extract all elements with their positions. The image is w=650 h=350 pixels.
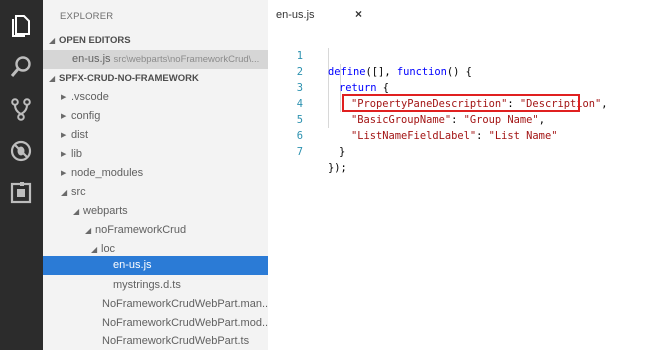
source-control-icon[interactable] [8, 96, 34, 122]
tree-item-label: config [71, 110, 101, 122]
tree-item-vscode[interactable]: ▶ .vscode [43, 88, 268, 107]
tree-item-noframeworkcrud[interactable]: ◢ noFrameworkCrud [43, 221, 268, 240]
chevron-down-icon: ◢ [61, 188, 68, 197]
code-line-3: 3 "PropertyPaneDescription": "Descriptio… [268, 64, 650, 110]
tree-item-webpart-module[interactable]: NoFrameworkCrudWebPart.mod... [43, 314, 268, 333]
tree-item-label: mystrings.d.ts [113, 279, 181, 291]
line-number: 7 [296, 146, 303, 158]
project-label: SPFX-CRUD-NO-FRAMEWORK [59, 73, 199, 84]
tree-item-label: node_modules [71, 167, 144, 179]
code-text: } [339, 146, 346, 158]
tree-item-label: .vscode [71, 91, 109, 103]
tree-item-webpart-ts[interactable]: NoFrameworkCrudWebPart.ts [43, 332, 268, 350]
chevron-right-icon: ▶ [61, 132, 67, 139]
debug-icon[interactable] [8, 138, 34, 164]
project-header[interactable]: ◢ SPFX-CRUD-NO-FRAMEWORK [43, 69, 268, 88]
open-editor-item[interactable]: en-us.js src\webparts\noFrameworkCrud\... [43, 50, 268, 69]
tree-item-label: NoFrameworkCrudWebPart.mod... [102, 317, 268, 329]
chevron-down-icon: ◢ [73, 207, 80, 216]
code-line-7: 7 }); [268, 128, 650, 174]
tree-item-src[interactable]: ◢ src [43, 183, 268, 202]
tree-item-en-us-js[interactable]: en-us.js [43, 256, 268, 275]
tree-item-dist[interactable]: ▶ dist [43, 126, 268, 145]
tree-item-label: loc [101, 243, 116, 255]
chevron-right-icon: ▶ [61, 170, 67, 177]
tree-item-label: NoFrameworkCrudWebPart.man... [102, 298, 268, 310]
code-line-6: 6 } [268, 112, 650, 158]
code-line-1: 1 define([], function() { [268, 32, 650, 78]
tree-item-label: dist [71, 129, 89, 141]
open-editor-file-path: src\webparts\noFrameworkCrud\... [113, 54, 260, 65]
tree-item-label: webparts [83, 205, 128, 217]
tree-item-webparts[interactable]: ◢ webparts [43, 202, 268, 221]
chevron-down-icon: ◢ [49, 36, 56, 45]
chevron-down-icon: ◢ [85, 226, 92, 235]
search-icon[interactable] [8, 54, 34, 80]
tree-item-config[interactable]: ▶ config [43, 107, 268, 126]
open-editors-header[interactable]: ◢ OPEN EDITORS [43, 31, 268, 50]
code-text: }); [328, 162, 347, 174]
code-line-2: 2 return { [268, 48, 650, 94]
close-icon[interactable]: × [355, 7, 362, 21]
files-icon[interactable] [8, 12, 34, 38]
tree-item-lib[interactable]: ▶ lib [43, 145, 268, 164]
extensions-icon[interactable] [8, 180, 34, 206]
tree-item-label: NoFrameworkCrudWebPart.ts [102, 335, 250, 347]
chevron-down-icon: ◢ [49, 74, 56, 83]
code-editor[interactable]: en-us.js × 1 define([], function() { 2 r… [268, 0, 650, 350]
tree-item-label: src [71, 186, 86, 198]
tree-item-label: en-us.js [113, 259, 152, 271]
open-editors-label: OPEN EDITORS [59, 35, 131, 46]
chevron-right-icon: ▶ [61, 113, 67, 120]
tree-item-mystrings[interactable]: mystrings.d.ts [43, 276, 268, 295]
explorer-sidebar: EXPLORER ◢ OPEN EDITORS en-us.js src\webpa… [43, 0, 268, 350]
tree-item-label: lib [71, 148, 83, 160]
activity-bar [0, 0, 43, 350]
tab-en-us-js[interactable]: en-us.js × [268, 0, 371, 30]
chevron-right-icon: ▶ [61, 151, 67, 158]
tree-item-webpart-manifest[interactable]: NoFrameworkCrudWebPart.man... [43, 295, 268, 314]
open-editor-file-name: en-us.js [72, 53, 111, 65]
chevron-right-icon: ▶ [61, 94, 67, 101]
tab-label: en-us.js [276, 9, 315, 21]
explorer-title: EXPLORER [60, 11, 114, 22]
tree-item-node-modules[interactable]: ▶ node_modules [43, 164, 268, 183]
highlight-box [342, 94, 580, 112]
tree-item-label: noFrameworkCrud [95, 224, 187, 236]
